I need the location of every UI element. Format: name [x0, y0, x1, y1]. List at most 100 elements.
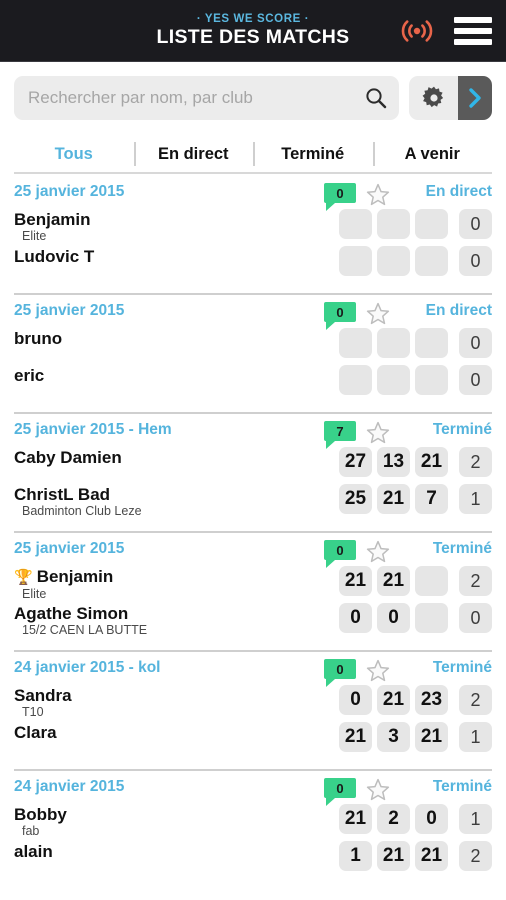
tab-label: Tous	[54, 144, 93, 163]
brand-block: · YES WE SCORE · LISTE DES MATCHS	[157, 13, 350, 48]
comment-count-badge[interactable]: 0	[324, 659, 356, 687]
player-row: 🏆 Benjamin Elite 21 21 2	[14, 566, 492, 603]
player-name: Ludovic T	[14, 247, 339, 266]
set-score-cell: 21	[377, 685, 410, 715]
set-score-cell: 25	[339, 484, 372, 514]
set-score-cell: 21	[415, 841, 448, 871]
favorite-star-icon[interactable]	[366, 183, 390, 206]
player-name-text: bruno	[14, 329, 63, 348]
match-meta: 0 Terminé	[324, 778, 492, 806]
search-input[interactable]	[14, 76, 399, 120]
players-block: Bobby fab 21 2 0 1 alain 1 21 21 2	[14, 804, 492, 878]
player-name: ChristL Bad	[14, 485, 339, 504]
tab-label: Terminé	[281, 144, 345, 163]
set-score-cell: 0	[339, 603, 372, 633]
match-meta: 0 En direct	[324, 183, 492, 211]
comment-count-badge[interactable]: 0	[324, 540, 356, 568]
match-meta: 0 En direct	[324, 302, 492, 330]
set-score-cell: 1	[339, 841, 372, 871]
player-name-text: Bobby	[14, 805, 67, 824]
search-field-wrapper[interactable]	[14, 76, 399, 120]
hamburger-bar	[454, 28, 492, 34]
comment-count-badge[interactable]: 0	[324, 302, 356, 330]
search-icon[interactable]	[365, 87, 387, 109]
tab-termine[interactable]: Terminé	[253, 136, 373, 172]
gear-icon	[422, 86, 443, 108]
set-score-cell	[377, 328, 410, 358]
broadcast-icon[interactable]	[400, 16, 434, 46]
match-card[interactable]: 25 janvier 2015 0 Terminé 🏆 Benjamin Elite 21 2…	[0, 531, 506, 650]
favorite-star-icon[interactable]	[366, 302, 390, 325]
settings-button[interactable]	[409, 76, 458, 120]
player-name-block: Clara	[14, 722, 339, 742]
match-card[interactable]: 25 janvier 2015 0 En direct bruno 0 eric 0	[0, 293, 506, 412]
next-button[interactable]	[458, 76, 492, 120]
search-row	[0, 62, 506, 120]
players-block: 🏆 Benjamin Elite 21 21 2 Agathe Simon 15/2 CAEN…	[14, 566, 492, 640]
favorite-star-icon[interactable]	[366, 659, 390, 682]
player-name-block: Caby Damien	[14, 447, 339, 467]
comment-count-badge[interactable]: 0	[324, 778, 356, 806]
player-name-text: ChristL Bad	[14, 485, 111, 504]
player-name-text: Benjamin	[14, 210, 91, 229]
match-card[interactable]: 25 janvier 2015 - Hem 7 Terminé Caby Damien…	[0, 412, 506, 531]
set-score-cell	[339, 209, 372, 239]
status-badge: Terminé	[432, 421, 492, 438]
tab-en-direct[interactable]: En direct	[133, 136, 254, 172]
player-name-block: alain	[14, 841, 339, 861]
match-total-cell: 0	[459, 328, 492, 358]
match-card[interactable]: 24 janvier 2015 - kol 0 Terminé Sandra T10 0 2…	[0, 650, 506, 769]
set-score-cell: 0	[377, 603, 410, 633]
favorite-star-icon[interactable]	[366, 540, 390, 563]
tab-a-venir[interactable]: A venir	[372, 136, 493, 172]
player-name-text: Ludovic T	[14, 247, 95, 266]
player-name: Clara	[14, 723, 339, 742]
set-score-cell: 2	[377, 804, 410, 834]
match-meta: 7 Terminé	[324, 421, 492, 449]
player-row: Sandra T10 0 21 23 2	[14, 685, 492, 722]
match-date: 24 janvier 2015 - kol	[14, 659, 161, 676]
score-cells: 21 2 0 1	[339, 804, 492, 834]
tab-tous[interactable]: Tous	[14, 136, 134, 172]
tools-group	[409, 76, 492, 120]
match-total-cell: 1	[459, 804, 492, 834]
favorite-star-icon[interactable]	[366, 778, 390, 801]
match-card[interactable]: 24 janvier 2015 0 Terminé Bobby fab 21 2 0 1 alai…	[0, 769, 506, 888]
set-score-cell: 0	[415, 804, 448, 834]
set-score-cell	[415, 365, 448, 395]
favorite-star-icon[interactable]	[366, 421, 390, 444]
match-card[interactable]: 25 janvier 2015 0 En direct Benjamin Elite 0 L…	[0, 174, 506, 293]
score-cells: 25 21 7 1	[339, 484, 492, 514]
player-subtitle: Badminton Club Leze	[22, 504, 142, 519]
set-score-cell: 7	[415, 484, 448, 514]
players-block: Caby Damien 27 13 21 2 ChristL Bad Badminton C…	[14, 447, 492, 521]
hamburger-menu-icon[interactable]	[454, 17, 492, 45]
match-header: 25 janvier 2015 0 En direct	[14, 302, 492, 330]
set-score-cell: 21	[377, 566, 410, 596]
set-score-cell	[415, 603, 448, 633]
set-score-cell	[415, 566, 448, 596]
player-name-text: Sandra	[14, 686, 72, 705]
player-subtitle: 15/2 CAEN LA BUTTE	[22, 623, 148, 638]
player-name-block: Sandra T10	[14, 685, 339, 719]
player-name: Sandra	[14, 686, 339, 705]
player-subtitle: Elite	[22, 586, 47, 601]
status-badge: En direct	[425, 302, 492, 319]
score-cells: 0	[339, 328, 492, 358]
set-score-cell: 13	[377, 447, 410, 477]
match-total-cell: 2	[459, 685, 492, 715]
match-date: 25 janvier 2015	[14, 540, 125, 557]
set-score-cell	[415, 209, 448, 239]
match-total-cell: 2	[459, 566, 492, 596]
match-total-cell: 0	[459, 365, 492, 395]
set-score-cell: 21	[415, 447, 448, 477]
set-score-cell: 21	[377, 484, 410, 514]
player-name-text: Clara	[14, 723, 57, 742]
player-name-block: Ludovic T	[14, 246, 339, 266]
comment-count-badge[interactable]: 7	[324, 421, 356, 449]
set-score-cell	[415, 328, 448, 358]
score-cells: 27 13 21 2	[339, 447, 492, 477]
player-name: Agathe Simon	[14, 604, 339, 623]
trophy-icon: 🏆	[14, 569, 33, 586]
comment-count-badge[interactable]: 0	[324, 183, 356, 211]
